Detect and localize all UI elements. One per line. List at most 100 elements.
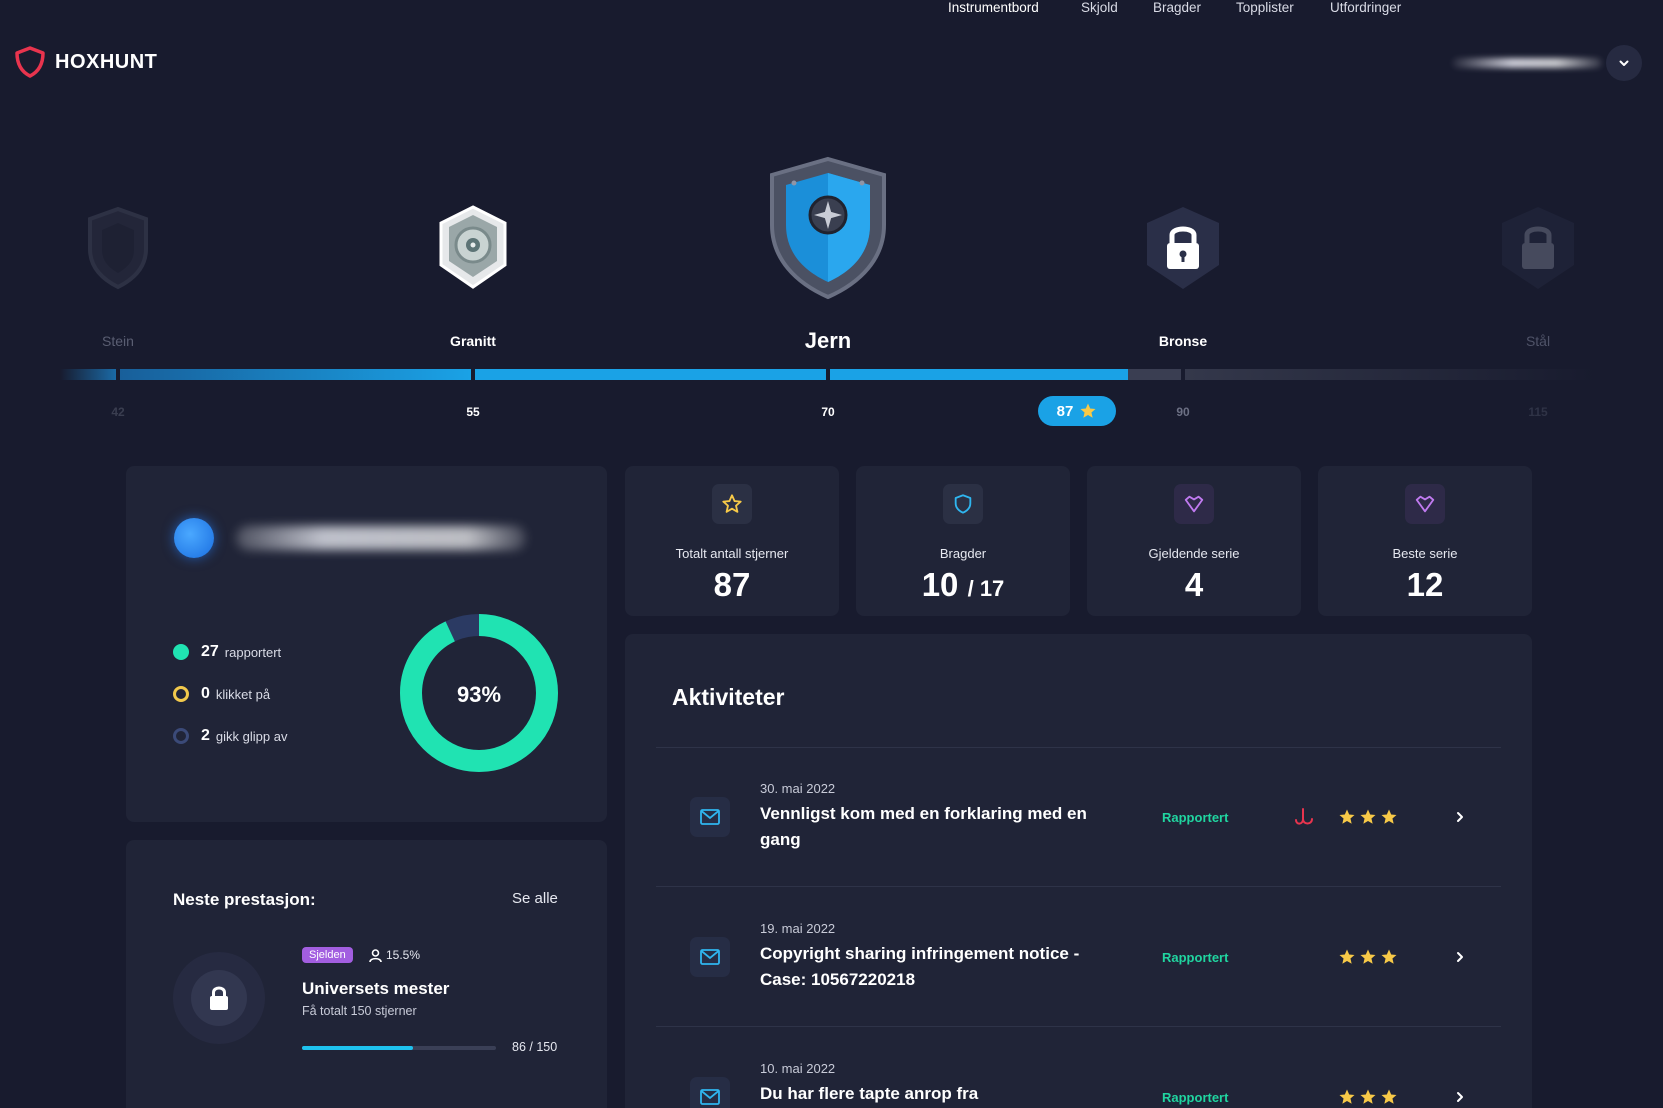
mail-icon[interactable] [690, 937, 730, 977]
stat-value: 87 [625, 566, 839, 604]
next-achievement-card: Neste prestasjon: Se alle Sjelden 15.5% … [126, 840, 607, 1108]
envelope-icon [700, 809, 720, 825]
level-name-staal: Stål [1525, 333, 1551, 349]
threshold-staal: 115 [1528, 405, 1548, 419]
stat-number: 4 [1184, 566, 1204, 603]
stat-card-current-streak: Gjeldende serie 4 [1087, 466, 1301, 616]
star-icon [1381, 1089, 1397, 1104]
stat-total: / 17 [967, 576, 1005, 601]
achievement-progress-track [302, 1046, 496, 1050]
achievement-description: Få totalt 150 stjerner [302, 1004, 417, 1018]
achievement-title: Universets mester [302, 979, 450, 998]
shield-icon [954, 494, 972, 514]
activity-status: Rapportert [1162, 1090, 1229, 1105]
reported-dot [173, 644, 189, 660]
activity-title[interactable]: Vennligst kom med en forklaring med en g… [760, 801, 1120, 853]
hook-flag-icon [1295, 808, 1313, 825]
threshold-stein: 42 [111, 405, 125, 419]
activity-date: 10. mai 2022 [760, 1061, 836, 1076]
nav-skjold[interactable]: Skjold [1081, 0, 1118, 15]
activity-divider [656, 1026, 1501, 1027]
rarity-percent: 15.5% [386, 948, 421, 962]
brand-name: HOXHUNT [55, 50, 158, 73]
reported-count: 27 [201, 643, 219, 660]
activity-status: Rapportert [1162, 810, 1229, 825]
nav-bragder[interactable]: Bragder [1153, 0, 1201, 15]
chevron-right-icon[interactable] [1454, 951, 1466, 963]
star-icon [1339, 809, 1355, 824]
chevron-down-icon [1619, 60, 1629, 66]
level-name-granitt: Granitt [450, 333, 496, 349]
activity-row[interactable]: 10. mai 2022 Du har flere tapte anrop fr… [656, 1050, 1501, 1108]
chevron-right-icon[interactable] [1454, 1091, 1466, 1103]
envelope-icon [700, 949, 720, 965]
stat-card-total-stars: Totalt antall stjerner 87 [625, 466, 839, 616]
clicked-label: klikket på [215, 686, 271, 702]
stat-label: Gjeldende serie [1148, 546, 1240, 561]
stat-label: Beste serie [1392, 546, 1458, 561]
activity-date: 30. mai 2022 [760, 781, 836, 796]
progress-segment-1 [60, 369, 116, 380]
mail-icon[interactable] [690, 1077, 730, 1108]
level-name-jern: Jern [804, 328, 852, 353]
staal-locked-badge-icon[interactable] [1496, 203, 1580, 293]
granitt-badge-icon[interactable] [433, 203, 513, 291]
activity-row[interactable]: 19. mai 2022 Copyright sharing infringem… [656, 910, 1501, 1020]
heart-icon [1184, 495, 1204, 513]
lock-icon [210, 986, 228, 1010]
chevron-right-icon[interactable] [1454, 811, 1466, 823]
stat-label: Totalt antall stjerner [675, 546, 789, 561]
legend-missed: 2 gikk glipp av [173, 727, 287, 745]
star-icon [1339, 949, 1355, 964]
success-rate-donut: 93% [400, 614, 558, 772]
user-name-redacted [236, 526, 526, 550]
activities-heading: Aktiviteter [672, 684, 785, 710]
level-name-bronse: Bronse [1158, 333, 1208, 349]
top-bar: HOXHUNT Instrumentbord Skjold Bragder To… [0, 0, 1663, 125]
stat-value: 10 / 17 [856, 566, 1070, 604]
legend-reported: 27 rapportert [173, 643, 281, 661]
achievement-lock-inner [191, 970, 247, 1026]
stat-icon-box [943, 484, 983, 524]
stat-value: 4 [1087, 566, 1301, 604]
star-icon [1360, 1089, 1376, 1104]
star-icon [1381, 949, 1397, 964]
stat-label: Bragder [939, 546, 987, 561]
progress-segment-4-filled [830, 369, 1128, 380]
nav-topplister[interactable]: Topplister [1236, 0, 1294, 15]
mail-icon[interactable] [690, 797, 730, 837]
stein-badge-icon[interactable] [82, 205, 154, 291]
activity-title[interactable]: Du har flere tapte anrop fra [760, 1081, 1120, 1107]
level-name-stein: Stein [102, 333, 134, 349]
star-icon [1080, 403, 1096, 418]
progress-segment-2 [120, 369, 471, 380]
bronse-locked-badge-icon[interactable] [1141, 203, 1225, 293]
star-icon [722, 494, 742, 513]
nav-instrumentbord[interactable]: Instrumentbord [948, 0, 1039, 15]
achievement-progress-text: 86 / 150 [512, 1040, 558, 1054]
user-menu-button[interactable] [1606, 45, 1642, 81]
threshold-bronse: 90 [1176, 405, 1190, 419]
person-icon [369, 949, 382, 963]
avatar[interactable] [174, 518, 214, 558]
star-icon [1360, 949, 1376, 964]
nav-utfordringer[interactable]: Utfordringer [1330, 0, 1401, 15]
progress-segment-3 [475, 369, 826, 380]
activity-title[interactable]: Copyright sharing infringement notice - … [760, 941, 1120, 993]
jern-badge-icon[interactable] [764, 155, 892, 301]
threshold-granitt: 55 [466, 405, 480, 419]
logo[interactable]: HOXHUNT [14, 46, 157, 78]
stat-number: 12 [1406, 566, 1444, 603]
current-stars-pill: 87 [1038, 396, 1116, 426]
rarity-badge: Sjelden [302, 947, 353, 963]
user-name-redacted[interactable] [1452, 58, 1602, 68]
activities-divider [656, 747, 1501, 748]
see-all-link[interactable]: Se alle [512, 890, 558, 907]
stat-number: 87 [713, 566, 751, 603]
stat-value: 12 [1318, 566, 1532, 604]
missed-dot [173, 728, 189, 744]
reported-label: rapportert [224, 644, 282, 660]
legend-clicked: 0 klikket på [173, 685, 270, 703]
activity-row[interactable]: 30. mai 2022 Vennligst kom med en forkla… [656, 770, 1501, 880]
heart-icon [1415, 495, 1435, 513]
